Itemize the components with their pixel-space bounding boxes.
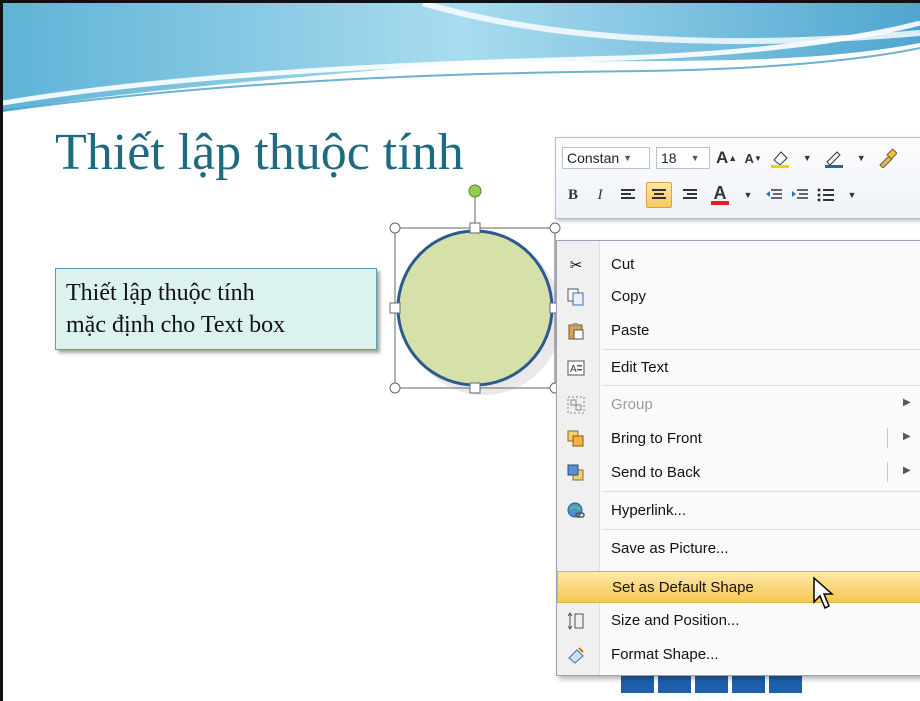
menu-item-label: Cut bbox=[611, 256, 635, 273]
send-back-icon bbox=[565, 463, 587, 483]
menu-item-hyperlink[interactable]: Hyperlink... bbox=[557, 495, 920, 527]
nav-button[interactable] bbox=[658, 675, 691, 693]
scissors-icon: ✂ bbox=[569, 257, 583, 274]
text-box-line-2: mặc định cho Text box bbox=[66, 312, 286, 338]
slide-title[interactable]: Thiết lập thuộc tính bbox=[55, 123, 464, 182]
hyperlink-icon bbox=[565, 501, 587, 521]
resize-handle-bottom[interactable] bbox=[469, 382, 481, 394]
menu-item-paste[interactable]: Paste bbox=[557, 315, 920, 347]
mouse-cursor-icon bbox=[813, 576, 834, 610]
svg-text:A: A bbox=[570, 364, 577, 375]
format-shape-icon bbox=[565, 645, 587, 665]
menu-divider bbox=[603, 385, 920, 386]
menu-item-label: Set as Default Shape bbox=[612, 579, 754, 596]
split-separator bbox=[887, 428, 888, 448]
sample-text-box[interactable]: Thiết lập thuộc tính mặc định cho Text b… bbox=[55, 268, 377, 350]
font-name-combo[interactable]: Constan ▼ bbox=[562, 147, 650, 169]
chevron-down-icon: ▼ bbox=[623, 153, 633, 163]
menu-item-label: Save as Picture... bbox=[611, 540, 729, 557]
nav-button[interactable] bbox=[732, 675, 765, 693]
menu-item-label: Group bbox=[611, 396, 653, 413]
italic-button[interactable]: I bbox=[590, 182, 610, 208]
bold-button[interactable]: B bbox=[562, 182, 584, 208]
menu-item-label: Size and Position... bbox=[611, 612, 740, 629]
resize-handle-left[interactable] bbox=[389, 302, 401, 314]
resize-handle-bottom-left[interactable] bbox=[389, 382, 401, 394]
resize-handle-top[interactable] bbox=[469, 222, 481, 234]
font-color-letter: A bbox=[713, 183, 727, 203]
size-position-icon bbox=[565, 611, 587, 631]
menu-item-label: Hyperlink... bbox=[611, 502, 687, 519]
line-color-icon[interactable] bbox=[823, 145, 845, 171]
align-right-icon[interactable] bbox=[678, 182, 702, 208]
increase-indent-icon[interactable] bbox=[790, 182, 810, 208]
submenu-arrow-icon: ▶ bbox=[903, 397, 911, 408]
grow-font-icon[interactable]: A ▲ bbox=[716, 145, 737, 171]
menu-item-label: Send to Back bbox=[611, 464, 701, 481]
menu-item-label: Edit Text bbox=[611, 359, 669, 376]
menu-item-label: Bring to Front bbox=[611, 430, 702, 447]
menu-item-format-shape[interactable]: Format Shape... bbox=[557, 639, 920, 671]
bring-front-icon bbox=[565, 429, 587, 449]
menu-divider bbox=[603, 349, 920, 350]
nav-button[interactable] bbox=[769, 675, 802, 693]
chevron-down-icon: ▼ bbox=[690, 153, 700, 163]
edit-text-icon: A bbox=[565, 358, 587, 378]
header-wave-decoration bbox=[3, 3, 920, 112]
paste-icon bbox=[565, 321, 587, 341]
menu-divider bbox=[603, 529, 920, 530]
text-box-line-1: Thiết lập thuộc tính bbox=[66, 280, 255, 306]
font-size-combo[interactable]: 18 ▼ bbox=[656, 147, 710, 169]
menu-item-set-as-default-shape[interactable]: Set as Default Shape bbox=[557, 571, 920, 603]
menu-item-label: Paste bbox=[611, 322, 650, 339]
shrink-font-icon[interactable]: A ▼ bbox=[743, 145, 763, 171]
chevron-down-icon[interactable]: ▼ bbox=[738, 182, 758, 208]
menu-item-edit-text[interactable]: A Edit Text bbox=[557, 352, 920, 384]
chevron-down-icon[interactable]: ▼ bbox=[797, 145, 817, 171]
align-left-icon[interactable] bbox=[616, 182, 640, 208]
resize-handle-top-right[interactable] bbox=[549, 222, 561, 234]
menu-item-size-and-position[interactable]: Size and Position... bbox=[557, 605, 920, 637]
menu-item-label: Format Shape... bbox=[611, 646, 719, 663]
nav-button[interactable] bbox=[621, 675, 654, 693]
slide-nav-buttons bbox=[621, 675, 802, 693]
menu-item-cut[interactable]: ✂ Cut bbox=[557, 249, 920, 281]
group-icon bbox=[565, 395, 587, 415]
split-separator bbox=[887, 462, 888, 482]
bullets-icon[interactable] bbox=[816, 182, 836, 208]
font-color-swatch bbox=[711, 201, 729, 205]
font-name-value: Constan bbox=[567, 150, 620, 166]
menu-item-save-as-picture[interactable]: Save as Picture... bbox=[557, 533, 920, 565]
copy-icon bbox=[565, 287, 587, 307]
rotation-handle[interactable] bbox=[468, 184, 482, 198]
menu-divider bbox=[603, 491, 920, 492]
mini-toolbar: Constan ▼ 18 ▼ A ▲ A ▼ ▼ ▼ B I A ▼ ▼ bbox=[555, 137, 920, 219]
menu-item-bring-to-front[interactable]: Bring to Front ▶ bbox=[557, 423, 920, 455]
font-color-button[interactable]: A bbox=[708, 182, 732, 208]
chevron-down-icon[interactable]: ▼ bbox=[842, 182, 862, 208]
menu-item-send-to-back[interactable]: Send to Back ▶ bbox=[557, 457, 920, 489]
nav-button[interactable] bbox=[695, 675, 728, 693]
fill-color-icon[interactable] bbox=[769, 145, 791, 171]
submenu-arrow-icon[interactable]: ▶ bbox=[903, 431, 911, 442]
selected-circle-shape[interactable] bbox=[383, 183, 573, 403]
resize-handle-top-left[interactable] bbox=[389, 222, 401, 234]
submenu-arrow-icon[interactable]: ▶ bbox=[903, 465, 911, 476]
font-size-value: 18 bbox=[661, 150, 677, 166]
mini-toolbar-row-2: B I A ▼ ▼ bbox=[562, 180, 862, 210]
menu-item-label: Copy bbox=[611, 288, 647, 305]
context-menu: ✂ Cut Copy Paste A Edit Text Group ▶ Bri… bbox=[556, 240, 920, 676]
menu-item-group[interactable]: Group ▶ bbox=[557, 389, 920, 421]
menu-item-copy[interactable]: Copy bbox=[557, 281, 920, 313]
format-painter-icon[interactable] bbox=[877, 145, 898, 171]
mini-toolbar-row-1: Constan ▼ 18 ▼ A ▲ A ▼ ▼ ▼ bbox=[562, 143, 898, 173]
align-center-icon[interactable] bbox=[646, 182, 672, 208]
chevron-down-icon[interactable]: ▼ bbox=[851, 145, 871, 171]
decrease-indent-icon[interactable] bbox=[764, 182, 784, 208]
